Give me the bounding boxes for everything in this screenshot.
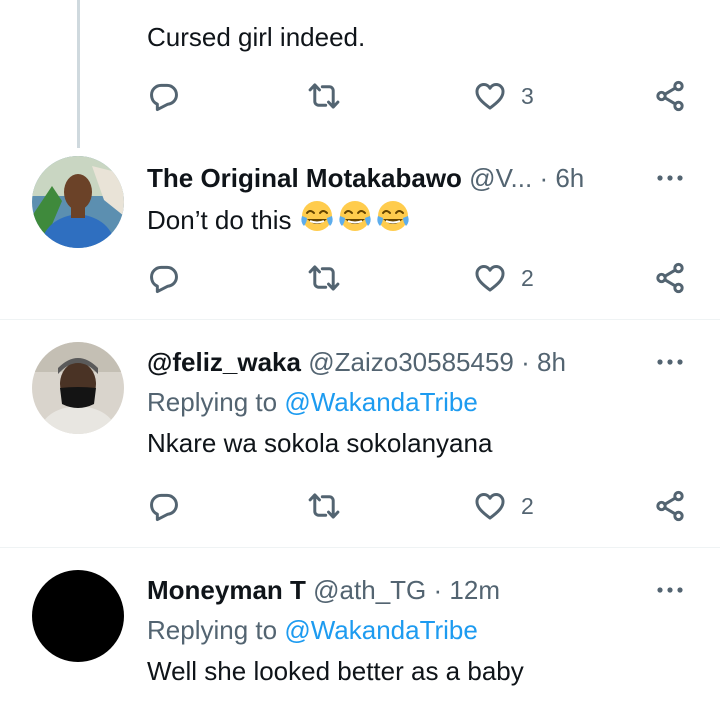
like-button[interactable]: 3 bbox=[473, 76, 534, 116]
avatar[interactable] bbox=[32, 156, 124, 248]
mention-link[interactable]: @WakandaTribe bbox=[284, 615, 478, 645]
tweet-card[interactable]: @feliz_waka @Zaizo30585459 · 8h Replying… bbox=[0, 320, 720, 548]
timestamp[interactable]: 12m bbox=[449, 575, 500, 605]
author-name[interactable]: The Original Motakabawo bbox=[147, 163, 462, 193]
share-icon bbox=[653, 261, 687, 295]
more-options-icon[interactable] bbox=[650, 158, 690, 198]
avatar[interactable] bbox=[32, 570, 124, 662]
tweet-text: Don’t do this bbox=[147, 205, 292, 235]
tweet-card[interactable]: The Original Motakabawo @V... · 6h Don’t… bbox=[0, 148, 720, 320]
share-icon bbox=[653, 79, 687, 113]
tweet-header: Moneyman T @ath_TG · 12m bbox=[147, 570, 690, 610]
tweet-header: The Original Motakabawo @V... · 6h bbox=[147, 158, 690, 198]
avatar[interactable] bbox=[32, 342, 124, 434]
like-count: 2 bbox=[521, 492, 534, 519]
more-options-icon[interactable] bbox=[650, 570, 690, 610]
replying-to-label: Replying to bbox=[147, 615, 278, 645]
heart-icon bbox=[473, 79, 507, 113]
replying-to: Replying to @WakandaTribe bbox=[147, 610, 690, 650]
tweet-text: Cursed girl indeed. bbox=[147, 22, 366, 52]
tweet-text: Well she looked better as a baby bbox=[147, 656, 524, 686]
author-name[interactable]: @feliz_waka bbox=[147, 347, 301, 377]
tweet-header: @feliz_waka @Zaizo30585459 · 8h bbox=[147, 342, 690, 382]
like-button[interactable]: 2 bbox=[473, 486, 534, 526]
more-options-icon[interactable] bbox=[650, 342, 690, 382]
heart-icon bbox=[473, 489, 507, 523]
reply-button[interactable] bbox=[147, 76, 181, 116]
mention-link[interactable]: @WakandaTribe bbox=[284, 387, 478, 417]
like-count: 2 bbox=[521, 264, 534, 291]
like-button[interactable]: 2 bbox=[473, 258, 534, 298]
laughing-emoji-icon bbox=[337, 198, 373, 234]
reply-icon bbox=[147, 79, 181, 113]
retweet-icon bbox=[307, 261, 341, 295]
author-handle[interactable]: @V... bbox=[469, 163, 532, 193]
tweet-body: Don’t do this bbox=[147, 198, 690, 241]
tweet-card[interactable]: Cursed girl indeed. 3 bbox=[0, 0, 720, 148]
share-button[interactable] bbox=[653, 486, 687, 526]
share-icon bbox=[653, 489, 687, 523]
laughing-emoji-icon bbox=[299, 198, 335, 234]
timestamp[interactable]: 8h bbox=[537, 347, 566, 377]
reply-button[interactable] bbox=[147, 258, 181, 298]
separator-dot: · bbox=[521, 347, 530, 377]
tweet-text: Nkare wa sokola sokolanyana bbox=[147, 428, 493, 458]
reply-icon bbox=[147, 261, 181, 295]
reply-icon bbox=[147, 489, 181, 523]
separator-dot: · bbox=[433, 575, 443, 605]
laughing-emoji-icon bbox=[375, 198, 411, 234]
retweet-button[interactable] bbox=[307, 76, 341, 116]
share-button[interactable] bbox=[653, 258, 687, 298]
author-handle[interactable]: @Zaizo30585459 bbox=[308, 347, 514, 377]
like-count: 3 bbox=[521, 82, 534, 109]
heart-icon bbox=[473, 261, 507, 295]
retweet-button[interactable] bbox=[307, 486, 341, 526]
author-handle[interactable]: @ath_TG bbox=[313, 575, 426, 605]
tweet-card[interactable]: Moneyman T @ath_TG · 12m Replying to @Wa… bbox=[0, 548, 720, 702]
reply-button[interactable] bbox=[147, 486, 181, 526]
replying-to: Replying to @WakandaTribe bbox=[147, 382, 690, 422]
timestamp[interactable]: 6h bbox=[555, 163, 584, 193]
share-button[interactable] bbox=[653, 76, 687, 116]
retweet-icon bbox=[307, 79, 341, 113]
retweet-icon bbox=[307, 489, 341, 523]
replying-to-label: Replying to bbox=[147, 387, 278, 417]
author-name[interactable]: Moneyman T bbox=[147, 575, 306, 605]
retweet-button[interactable] bbox=[307, 258, 341, 298]
separator-dot: · bbox=[539, 163, 549, 193]
